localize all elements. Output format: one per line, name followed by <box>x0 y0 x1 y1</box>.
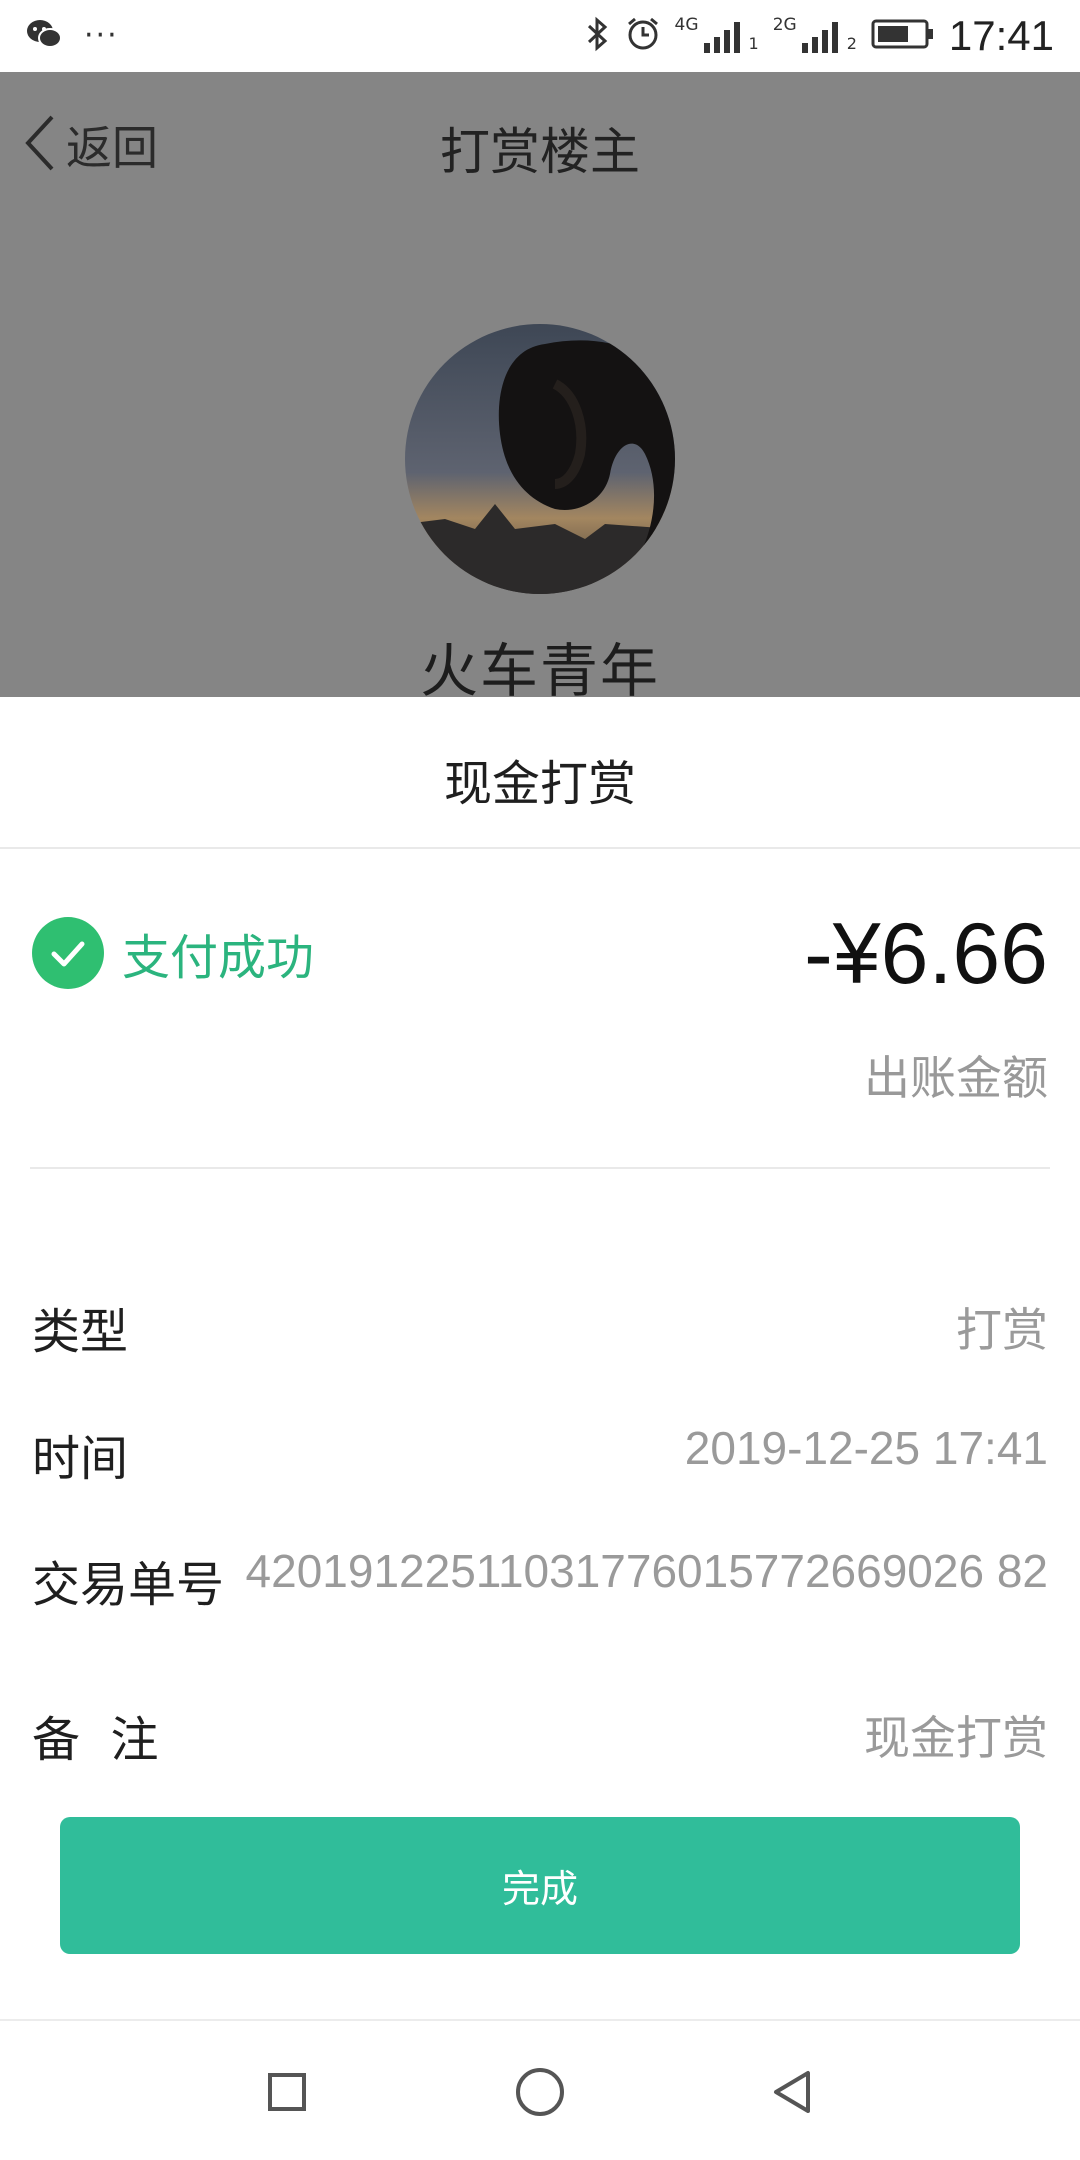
battery-icon <box>871 19 935 53</box>
divider <box>30 1167 1050 1169</box>
check-circle-icon <box>32 917 104 989</box>
chevron-left-icon <box>22 113 58 177</box>
row-value-note: 现金打赏 <box>864 1712 1048 1764</box>
back-label: 返回 <box>66 121 158 175</box>
back-button[interactable]: 返回 <box>22 112 158 178</box>
row-value-transaction-id: 42019122511031776015772669026 82 <box>245 1545 1048 1597</box>
page-title: 打赏楼主 <box>440 123 640 181</box>
row-label-type: 类型 <box>32 1304 129 1360</box>
recents-square-icon[interactable] <box>252 2057 322 2127</box>
sheet-title: 现金打赏 <box>443 756 636 812</box>
signal-2g-icon: 2G 2 <box>773 15 857 53</box>
status-bar: ··· 4G 1 2G 2 17:41 <box>0 0 1080 72</box>
status-bar-left: ··· <box>26 18 119 53</box>
status-time: 17:41 <box>948 12 1054 59</box>
back-triangle-icon[interactable] <box>758 2057 828 2127</box>
home-circle-icon[interactable] <box>505 2057 575 2127</box>
more-dots-icon: ··· <box>84 18 119 53</box>
network-type-1: 4G <box>674 15 699 35</box>
divider <box>0 847 1080 849</box>
network-type-2: 2G <box>772 15 797 35</box>
dimmed-background: 打赏楼主 返回 火车青年 <box>0 72 1080 705</box>
payment-status: 支付成功 <box>32 917 314 989</box>
row-label-time: 时间 <box>32 1431 129 1487</box>
bluetooth-icon <box>585 16 611 56</box>
payment-detail-sheet: 现金打赏 支付成功 -¥6.66 出账金额 类型 打赏 时间 2019-12-2… <box>0 697 1080 2019</box>
status-bar-right: 4G 1 2G 2 17:41 <box>585 0 1054 72</box>
row-value-time: 2019-12-25 17:41 <box>684 1422 1048 1474</box>
navigation-bar <box>0 2019 1080 2160</box>
amount: -¥6.66 <box>804 906 1048 1002</box>
avatar <box>405 324 675 594</box>
wechat-icon <box>26 19 62 53</box>
signal-4g-icon: 4G 1 <box>675 15 759 53</box>
row-label-transaction-id: 交易单号 <box>32 1557 225 1613</box>
amount-label: 出账金额 <box>864 1051 1048 1105</box>
owner-name: 火车青年 <box>419 637 660 705</box>
status-text: 支付成功 <box>122 930 315 986</box>
alarm-icon <box>625 16 661 56</box>
done-button[interactable]: 完成 <box>60 1817 1020 1954</box>
row-value-type: 打赏 <box>956 1304 1048 1356</box>
sim-slot-1: 1 <box>748 34 759 53</box>
row-label-note: 备 注 <box>32 1712 159 1768</box>
sim-slot-2: 2 <box>846 34 857 53</box>
